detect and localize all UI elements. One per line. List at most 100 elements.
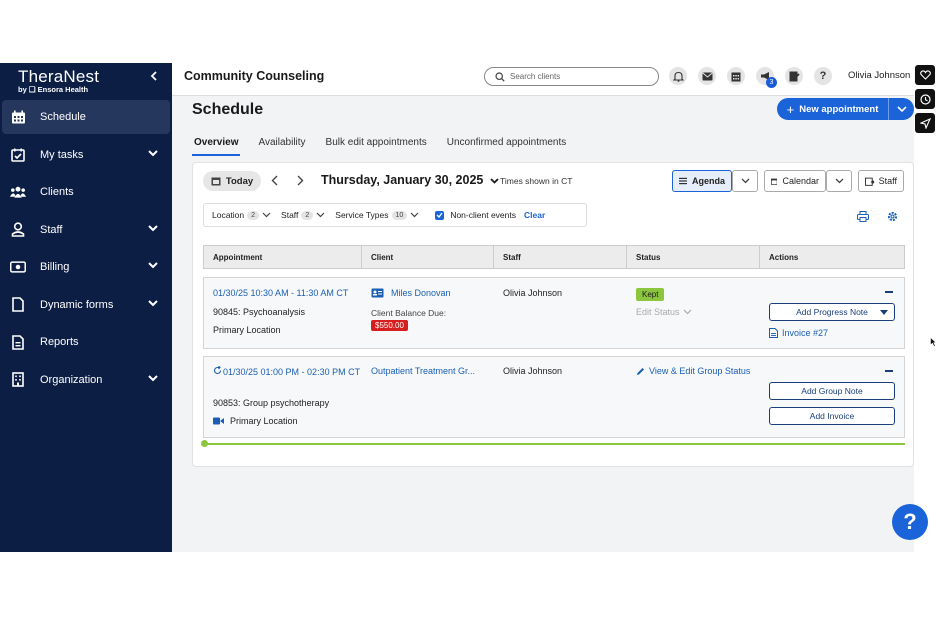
sidebar-item-billing[interactable]: Billing <box>2 250 170 284</box>
mail-icon[interactable] <box>698 67 716 85</box>
chevron-left-icon <box>271 175 278 186</box>
sidebar-item-staff[interactable]: Staff <box>2 213 170 247</box>
staff-view-button[interactable]: Staff <box>858 170 904 192</box>
new-appointment-dropdown[interactable] <box>889 98 914 120</box>
sidebar-item-reports[interactable]: Reports <box>2 325 170 359</box>
recurring-icon <box>213 365 222 375</box>
staff-name: Olivia Johnson <box>503 288 563 298</box>
staff-filter-count: 2 <box>301 210 314 220</box>
group-link[interactable]: Outpatient Treatment Gr... <box>371 366 475 376</box>
chevron-down-icon <box>683 309 691 315</box>
balance-label: Client Balance Due: <box>371 308 447 318</box>
sidebar-item-schedule[interactable]: Schedule <box>2 100 170 134</box>
agenda-label: Agenda <box>691 176 725 186</box>
clear-filters-link[interactable]: Clear <box>524 210 545 220</box>
add-group-note-button[interactable]: Add Group Note <box>769 382 895 400</box>
new-appointment-button[interactable]: + New appointment <box>777 98 914 120</box>
calendar-dropdown[interactable] <box>826 170 852 192</box>
staff-label: Staff <box>878 176 897 186</box>
sidebar-item-label: Clients <box>40 186 74 198</box>
appointment-time-link[interactable]: 01/30/25 10:30 AM - 11:30 AM CT <box>213 288 348 298</box>
form-icon <box>10 297 26 313</box>
side-tool-strip <box>914 63 936 143</box>
staff-filter[interactable]: Staff 2 <box>281 210 325 220</box>
balance-amount: $550.00 <box>371 320 408 331</box>
service-types-filter[interactable]: Service Types 10 <box>335 210 419 220</box>
today-button[interactable]: Today <box>203 171 261 191</box>
gear-icon[interactable] <box>887 209 898 227</box>
calendar-grid-icon[interactable] <box>727 67 745 85</box>
megaphone-icon[interactable]: 3 <box>756 67 777 88</box>
checklist-icon <box>10 147 26 163</box>
client-link[interactable]: Miles Donovan <box>371 288 451 298</box>
previous-day-button[interactable] <box>271 175 278 189</box>
date-label: Thursday, January 30, 2025 <box>321 173 484 187</box>
calendar-view-button[interactable]: Calendar <box>764 170 826 192</box>
help-circle-icon[interactable]: ? <box>814 67 832 85</box>
caret-down-icon[interactable] <box>880 310 888 315</box>
chevron-down-icon <box>148 298 158 310</box>
building-icon <box>10 372 26 388</box>
column-header[interactable]: Status <box>627 246 760 268</box>
print-icon[interactable] <box>857 209 869 227</box>
tab-availability[interactable]: Availability <box>256 135 307 156</box>
column-header[interactable]: Appointment <box>204 246 362 268</box>
sidebar-item-organization[interactable]: Organization <box>2 363 170 397</box>
chevron-right-icon <box>297 175 304 186</box>
sidebar-item-clients[interactable]: Clients <box>2 175 170 209</box>
agenda-dropdown[interactable] <box>732 170 758 192</box>
search-placeholder: Search clients <box>510 72 561 81</box>
heart-chat-icon[interactable] <box>915 65 935 85</box>
agenda-view-button[interactable]: Agenda <box>672 170 732 192</box>
sidebar-item-dynamic-forms[interactable]: Dynamic forms <box>2 288 170 322</box>
schedule-card: Today Thursday, January 30, 2025 Times s… <box>192 162 914 467</box>
bell-icon[interactable] <box>669 67 687 85</box>
location-filter[interactable]: Location 2 <box>212 210 271 220</box>
search-input[interactable]: Search clients <box>484 67 659 86</box>
edit-status-dropdown[interactable]: Edit Status <box>636 307 692 317</box>
signature-icon[interactable] <box>785 67 803 85</box>
plus-icon: + <box>786 101 795 117</box>
collapse-row-icon[interactable] <box>885 291 893 293</box>
report-icon <box>10 334 26 350</box>
column-header[interactable]: Client <box>362 246 494 268</box>
brand-logo[interactable]: TheraNest by ❑ Ensora Health <box>18 67 99 94</box>
sidebar-item-my-tasks[interactable]: My tasks <box>2 138 170 172</box>
date-picker[interactable]: Thursday, January 30, 2025 <box>321 173 499 187</box>
add-invoice-button[interactable]: Add Invoice <box>769 407 895 425</box>
document-icon <box>769 328 778 338</box>
send-icon[interactable] <box>915 113 935 133</box>
collapse-sidebar-icon[interactable] <box>150 69 158 84</box>
next-day-button[interactable] <box>297 175 304 189</box>
tab-unconfirmed[interactable]: Unconfirmed appointments <box>445 135 569 156</box>
tab-overview[interactable]: Overview <box>192 135 241 156</box>
brand-subtitle: by ❑ Ensora Health <box>18 85 89 94</box>
clock-icon[interactable] <box>915 89 935 109</box>
appointment-time-link[interactable]: 01/30/25 01:00 PM - 02:30 PM CT <box>213 365 363 378</box>
invoice-link[interactable]: Invoice #27 <box>769 328 828 338</box>
pencil-icon <box>637 367 644 375</box>
chevron-down-icon <box>835 178 843 184</box>
new-appointment-main[interactable]: + New appointment <box>777 98 889 120</box>
appointment-location: Primary Location <box>213 325 281 335</box>
checkbox-checked-icon[interactable] <box>435 210 445 220</box>
list-icon <box>679 177 687 185</box>
status-badge[interactable]: Kept <box>636 288 665 301</box>
status-kept: Kept <box>636 288 665 301</box>
edit-status-label: Edit Status <box>636 307 680 317</box>
view-edit-group-status-link[interactable]: View & Edit Group Status <box>636 366 750 376</box>
today-label: Today <box>225 175 254 187</box>
help-button[interactable]: ? <box>892 504 928 540</box>
location-filter-count: 2 <box>247 210 260 220</box>
add-progress-note-label: Add Progress Note <box>796 307 868 317</box>
staff-filter-label: Staff <box>281 210 299 220</box>
column-header[interactable]: Actions <box>760 246 904 268</box>
add-progress-note-button[interactable]: Add Progress Note <box>769 303 895 321</box>
tab-bulk-edit[interactable]: Bulk edit appointments <box>324 135 429 156</box>
column-header[interactable]: Staff <box>494 246 627 268</box>
current-time-dot <box>201 440 208 447</box>
user-menu[interactable]: Olivia Johnson <box>848 70 910 81</box>
main-content: Schedule + New appointment Overview Avai… <box>172 96 936 552</box>
collapse-row-icon[interactable] <box>885 370 893 372</box>
non-client-events-toggle[interactable]: Non-client events Clear <box>435 210 545 220</box>
